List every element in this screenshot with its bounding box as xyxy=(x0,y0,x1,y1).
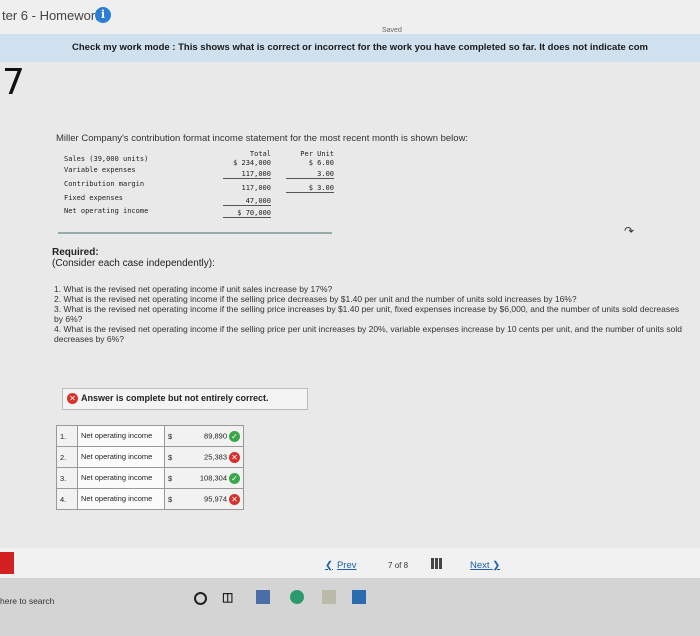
currency-symbol: $ xyxy=(164,488,179,510)
row-label-fixed: Fixed expenses xyxy=(64,194,124,202)
cortana-icon[interactable] xyxy=(194,592,207,605)
row-label-net: Net operating income xyxy=(64,207,149,215)
answer-input-2[interactable]: 25,383 ✕ xyxy=(179,446,244,468)
mail-icon[interactable] xyxy=(352,590,366,604)
row-total-contribution: 117,000 xyxy=(241,184,271,192)
file-explorer-icon[interactable] xyxy=(256,590,270,604)
next-label: Next xyxy=(470,560,490,571)
assignment-title: ter 6 - Homework xyxy=(2,8,102,23)
question-item-3: 3. What is the revised net operating inc… xyxy=(54,304,680,324)
answer-input-3[interactable]: 108,304 ✓ xyxy=(179,467,244,489)
table-row: 4. Net operating income $ 95,974 ✕ xyxy=(56,488,244,510)
row-number: 2. xyxy=(56,446,78,468)
row-label: Net operating income xyxy=(77,446,165,468)
row-label: Net operating income xyxy=(77,467,165,489)
question-item-4: 4. What is the revised net operating inc… xyxy=(54,324,682,344)
row-label-sales: Sales (39,000 units) xyxy=(64,155,149,163)
header-per-unit: Per Unit xyxy=(300,150,334,158)
chevron-left-icon: ❮ xyxy=(325,560,333,571)
page-of: of xyxy=(394,561,402,570)
header-total: Total xyxy=(249,150,271,158)
row-per-unit-variable: 3.00 xyxy=(286,170,334,179)
question-item-1: 1. What is the revised net operating inc… xyxy=(54,284,333,294)
row-total-variable: 117,000 xyxy=(223,170,271,179)
row-per-unit-sales: $ 6.00 xyxy=(308,159,334,167)
question-intro: Miller Company's contribution format inc… xyxy=(56,133,469,144)
required-section: Required: (Consider each case independen… xyxy=(52,247,215,269)
answer-status-banner: ✕ Answer is complete but not entirely co… xyxy=(62,388,308,410)
row-label-contribution: Contribution margin xyxy=(64,180,145,188)
answer-value[interactable]: 108,304 xyxy=(200,473,227,482)
row-number: 4. xyxy=(56,488,78,510)
check-mode-text: Check my work mode : This shows what is … xyxy=(72,42,648,53)
table-row: 3. Net operating income $ 108,304 ✓ xyxy=(56,467,244,489)
row-label-variable: Variable expenses xyxy=(64,166,136,174)
answer-status-text: Answer is complete but not entirely corr… xyxy=(81,393,269,403)
required-note: (Consider each case independently): xyxy=(52,258,215,269)
browser-icon[interactable] xyxy=(290,590,304,604)
incorrect-icon: ✕ xyxy=(67,393,78,404)
task-view-icon[interactable]: ◫ xyxy=(222,590,236,604)
page-current: 7 xyxy=(388,561,393,570)
row-label: Net operating income xyxy=(77,488,165,510)
check-mode-banner: Check my work mode : This shows what is … xyxy=(0,34,700,62)
saved-status: Saved xyxy=(382,27,402,34)
page-indicator: 7 of 8 xyxy=(388,561,408,570)
row-total-net: $ 70,000 xyxy=(223,209,271,218)
question-number: 7 xyxy=(2,62,25,103)
taskbar xyxy=(0,578,700,636)
answer-table: 1. Net operating income $ 89,890 ✓ 2. Net… xyxy=(56,425,244,510)
answer-value[interactable]: 89,890 xyxy=(204,431,227,440)
question-list: 1. What is the revised net operating inc… xyxy=(54,284,684,344)
page-total: 8 xyxy=(403,561,409,570)
check-icon: ✓ xyxy=(229,472,240,484)
incorrect-icon: ✕ xyxy=(229,451,240,463)
chevron-right-icon: ❯ xyxy=(492,560,501,571)
prev-button[interactable]: ❮ Prev xyxy=(325,560,357,571)
answer-value[interactable]: 95,974 xyxy=(204,494,227,503)
row-label: Net operating income xyxy=(77,425,165,447)
taskbar-search[interactable]: here to search xyxy=(0,596,54,606)
next-button[interactable]: Next ❯ xyxy=(470,560,500,571)
table-row: 2. Net operating income $ 25,383 ✕ xyxy=(56,446,244,468)
answer-value[interactable]: 25,383 xyxy=(204,452,227,461)
row-number: 1. xyxy=(56,425,78,447)
table-row: 1. Net operating income $ 89,890 ✓ xyxy=(56,425,244,447)
question-item-2: 2. What is the revised net operating inc… xyxy=(54,294,577,304)
side-marker xyxy=(0,552,14,574)
row-total-fixed: 47,000 xyxy=(223,197,271,206)
currency-symbol: $ xyxy=(164,446,179,468)
prev-label: Prev xyxy=(336,560,357,571)
info-icon[interactable]: i xyxy=(95,7,111,23)
required-label: Required: xyxy=(52,247,99,258)
currency-symbol: $ xyxy=(164,467,179,489)
check-icon: ✓ xyxy=(229,430,240,442)
currency-symbol: $ xyxy=(164,425,179,447)
row-total-sales: $ 234,000 xyxy=(233,159,271,167)
store-icon[interactable] xyxy=(322,590,336,604)
row-per-unit-contribution: $ 3.00 xyxy=(286,184,334,193)
row-number: 3. xyxy=(56,467,78,489)
answer-input-1[interactable]: 89,890 ✓ xyxy=(179,425,244,447)
incorrect-icon: ✕ xyxy=(229,493,240,505)
statement-divider xyxy=(58,232,332,234)
cursor-icon: ↷ xyxy=(624,224,635,238)
grid-icon[interactable] xyxy=(431,558,442,569)
answer-input-4[interactable]: 95,974 ✕ xyxy=(179,488,244,510)
income-statement: Total Per Unit Sales (39,000 units) $ 23… xyxy=(58,148,338,228)
